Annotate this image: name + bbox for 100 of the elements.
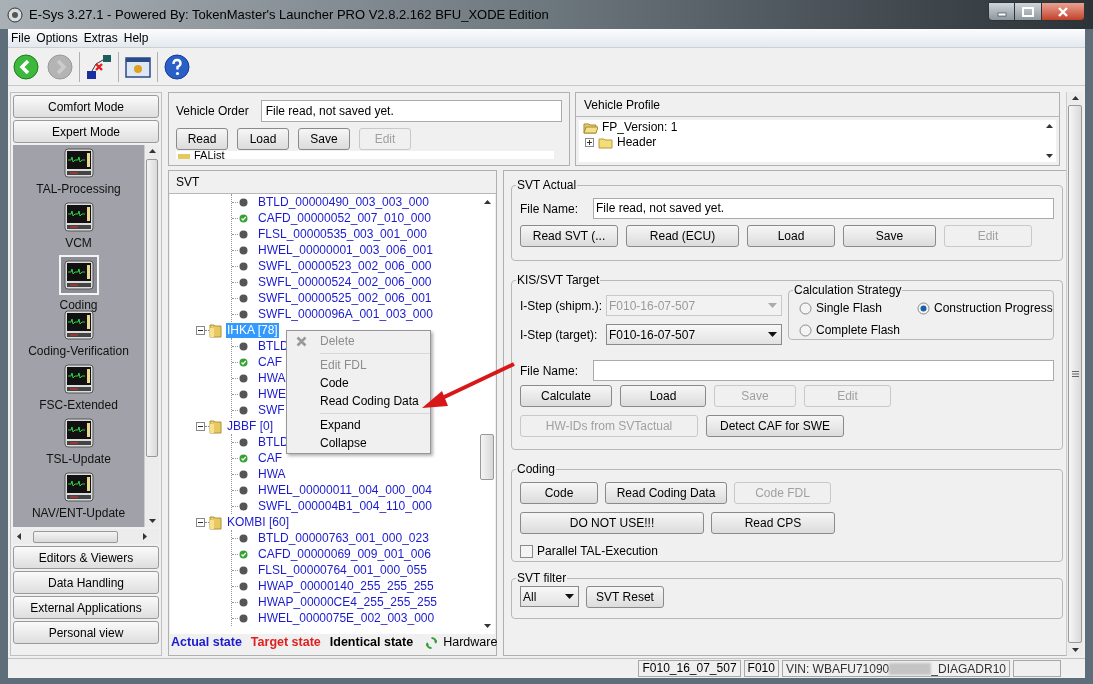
scroll-thumb[interactable] [1068, 105, 1082, 643]
tree-item[interactable]: CAFD_00000069_009_001_006 [258, 546, 431, 562]
scroll-thumb[interactable] [33, 530, 118, 543]
scrollbar[interactable] [1066, 92, 1083, 656]
dropdown[interactable]: F010-16-07-507 [606, 324, 782, 345]
text-field[interactable]: File read, not saved yet. [260, 100, 562, 122]
scrollbar[interactable] [144, 145, 159, 527]
sidebar-item[interactable]: FSC-Extended [13, 363, 144, 417]
button[interactable]: Code [520, 482, 598, 504]
menu-item[interactable]: Collapse [287, 434, 430, 452]
radio-button[interactable] [917, 301, 930, 315]
button[interactable]: Read CPS [711, 512, 835, 534]
tree-item[interactable]: FLSL_00000764_001_000_055 [258, 562, 427, 578]
tree-item[interactable]: SWFL_00000524_002_006_000 [258, 274, 432, 290]
button[interactable]: Detect CAF for SWE [706, 415, 844, 437]
monitor-icon [63, 418, 94, 448]
sidebar-item[interactable]: TAL-Processing [13, 147, 144, 201]
button[interactable]: Calculate [520, 385, 612, 407]
mode-button[interactable]: Comfort Mode [13, 95, 159, 118]
button[interactable]: Save [843, 225, 936, 247]
sidebar-item[interactable]: VCM [13, 201, 144, 255]
menu-item[interactable]: Code [287, 374, 430, 392]
tree-item[interactable]: FP_Version: 1 [602, 121, 678, 134]
dropdown-arrow-icon [768, 302, 777, 309]
scroll-thumb[interactable] [146, 159, 158, 457]
monitor-icon [63, 148, 94, 178]
folder-icon [598, 136, 613, 149]
tree-item[interactable]: SWFL_000004B1_004_110_000 [258, 498, 432, 514]
menu-item[interactable]: Help [120, 29, 152, 47]
tree-item[interactable]: Header [617, 136, 657, 149]
forward-button[interactable] [45, 51, 75, 82]
menu-item[interactable]: Extras [80, 29, 121, 47]
folder-icon [209, 418, 222, 434]
button[interactable]: Read (ECU) [626, 225, 739, 247]
dropdown-arrow-icon [768, 331, 777, 338]
dot-icon [239, 405, 248, 415]
button[interactable]: Read [176, 128, 228, 150]
button[interactable]: Load [747, 225, 835, 247]
group-title: Calculation Strategy [793, 282, 903, 298]
button[interactable]: Save [298, 128, 350, 150]
legend-label: Hardware [443, 634, 498, 652]
button[interactable]: Load [620, 385, 706, 407]
mode-button[interactable]: Editors & Viewers [13, 546, 159, 569]
text-field[interactable] [593, 360, 1054, 381]
mode-button[interactable]: Personal view [13, 621, 159, 644]
folder-icon [209, 322, 222, 338]
text-field[interactable]: File read, not saved yet. [593, 198, 1054, 219]
tree-item[interactable]: SWFL_00000523_002_006_000 [258, 258, 432, 274]
menu-item[interactable]: Options [33, 29, 81, 47]
mode-button[interactable]: Data Handling [13, 571, 159, 594]
tree-item[interactable]: HWEL_00000011_004_000_004 [258, 482, 432, 498]
help-button[interactable] [162, 51, 192, 82]
tree-folder[interactable]: JBBF [0] [226, 418, 274, 434]
button[interactable]: Read Coding Data [605, 482, 727, 504]
tree-item[interactable]: HWA [258, 466, 286, 482]
tree-item[interactable]: SWF [258, 402, 285, 418]
scroll-down-icon [1044, 152, 1054, 160]
tree-item[interactable]: HWAP_00000140_255_255_255 [258, 578, 434, 594]
back-button[interactable] [11, 51, 41, 82]
minimize-button[interactable] [988, 2, 1015, 21]
tree-item[interactable]: CAF [258, 450, 282, 466]
button[interactable]: Load [237, 128, 289, 150]
tree-folder[interactable]: KOMBI [60] [226, 514, 291, 530]
sidebar-item[interactable]: NAV/ENT-Update [13, 471, 144, 525]
maximize-button[interactable] [1015, 2, 1041, 21]
checkbox[interactable] [520, 544, 533, 558]
mode-button[interactable]: External Applications [13, 596, 159, 619]
monitor-icon [63, 310, 94, 340]
button[interactable]: SVT Reset [586, 586, 664, 608]
tree-item[interactable]: FLSL_00000535_003_001_000 [258, 226, 427, 242]
menu-item[interactable]: Read Coding Data [287, 392, 430, 410]
scroll-thumb[interactable] [480, 434, 494, 480]
radio-button[interactable] [799, 301, 812, 315]
mode-button[interactable]: Expert Mode [13, 120, 159, 143]
tree-item[interactable]: HWEL_00000001_003_006_001 [258, 242, 433, 258]
vin-text: _DIAGADR10 [931, 660, 1006, 678]
tree-item[interactable]: CAFD_00000052_007_010_000 [258, 210, 431, 226]
radio-button[interactable] [799, 323, 812, 337]
tree-item[interactable]: HWE [258, 386, 286, 402]
dot-icon [239, 261, 248, 271]
tree-item[interactable]: CAF [258, 354, 282, 370]
monitor-icon [63, 260, 94, 290]
button[interactable]: Read SVT (... [520, 225, 618, 247]
tree-item[interactable]: HWAP_00000CE4_255_255_255 [258, 594, 438, 610]
sidebar-item[interactable]: TSL-Update [13, 417, 144, 471]
tree-item[interactable]: HWA [258, 370, 286, 386]
dot-icon [239, 485, 248, 495]
menu-item[interactable]: Expand [287, 416, 430, 434]
tree-item[interactable]: BTLD_00000763_001_000_023 [258, 530, 429, 546]
tree-item[interactable]: SWFL_0000096A_001_003_000 [258, 306, 433, 322]
scroll-up-icon [482, 198, 492, 206]
scrollbar[interactable] [13, 529, 159, 544]
tree-item[interactable]: BTLD_00000490_003_003_000 [258, 194, 429, 210]
tree-item[interactable]: SWFL_00000525_002_006_001 [258, 290, 432, 306]
dropdown[interactable]: All [520, 586, 579, 607]
close-button[interactable] [1041, 2, 1085, 21]
expand-icon [585, 138, 594, 147]
menu-item[interactable]: File [8, 29, 34, 47]
button[interactable]: DO NOT USE!!! [520, 512, 704, 534]
tree-item[interactable]: HWEL_0000075E_002_003_000 [258, 610, 435, 626]
